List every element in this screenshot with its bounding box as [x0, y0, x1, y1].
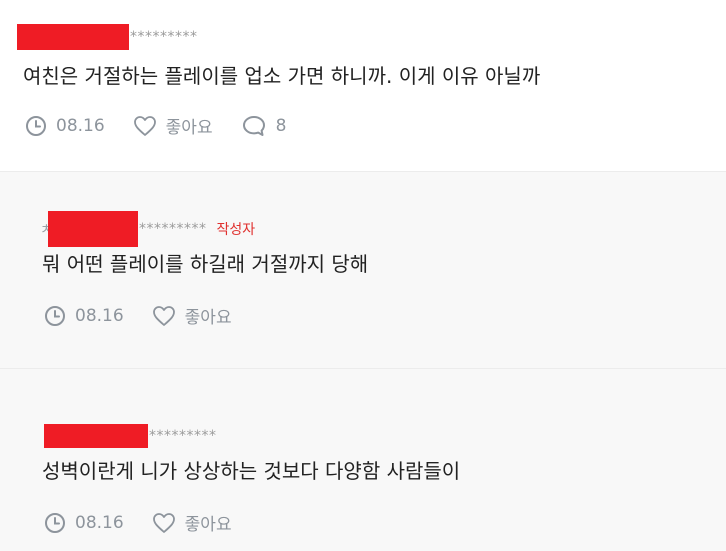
comment-author[interactable]: ********* [40, 423, 726, 449]
writer-badge: 작성자 [216, 222, 256, 238]
comment-item: ********* 여친은 거절하는 플레이를 업소 가면 하니까. 이게 이유… [0, 0, 726, 171]
comment-meta: 08.16 좋아요 [44, 303, 726, 328]
author-name-masked: ********* [139, 221, 207, 237]
comment-text: 여친은 거절하는 플레이를 업소 가면 하니까. 이게 이유 아닐까 [23, 64, 541, 88]
comment-text: 뭐 어떤 플레이를 하길래 거절까지 당해 [42, 252, 369, 276]
like-label: 좋아요 [184, 308, 232, 328]
comment-author[interactable]: ********* [17, 24, 726, 50]
date-text: 08.16 [56, 115, 105, 136]
reply-item: ㅊ ********* 작성자 뭐 어떤 플레이를 하길래 거절까지 당해 08… [0, 171, 726, 368]
author-name-masked: ********* [130, 29, 198, 45]
heart-icon [133, 115, 156, 136]
comment-author[interactable]: ㅊ ********* 작성자 [40, 211, 726, 247]
like-label: 좋아요 [165, 118, 213, 138]
like-button[interactable]: 좋아요 [152, 510, 232, 535]
comment-thread: ********* 여친은 거절하는 플레이를 업소 가면 하니까. 이게 이유… [0, 0, 726, 551]
author-name-prefix: ㅊ [40, 222, 48, 238]
date-text: 08.16 [75, 305, 124, 326]
like-label: 좋아요 [184, 515, 232, 535]
comment-date: 08.16 [44, 512, 124, 534]
reply-count: 8 [275, 115, 287, 136]
reply-item: ********* 성벽이란게 니가 상상하는 것보다 다양함 사람들이 08.… [0, 368, 726, 551]
author-redaction [48, 211, 138, 247]
reply-count-button[interactable]: 8 [241, 114, 287, 138]
comment-meta: 08.16 좋아요 [44, 510, 726, 535]
like-button[interactable]: 좋아요 [133, 113, 213, 138]
like-button[interactable]: 좋아요 [152, 303, 232, 328]
heart-icon [152, 305, 175, 326]
comment-bubble-icon [242, 115, 265, 136]
date-text: 08.16 [75, 512, 124, 533]
author-name-masked: ********* [149, 428, 217, 444]
clock-icon [26, 115, 46, 136]
comment-text: 성벽이란게 니가 상상하는 것보다 다양함 사람들이 [42, 459, 461, 483]
clock-icon [45, 512, 65, 533]
heart-icon [152, 512, 175, 533]
comment-date: 08.16 [44, 305, 124, 327]
clock-icon [45, 305, 65, 326]
author-redaction [44, 424, 148, 448]
comment-date: 08.16 [25, 115, 105, 137]
comment-meta: 08.16 좋아요 8 [25, 113, 726, 138]
author-redaction [17, 24, 129, 50]
